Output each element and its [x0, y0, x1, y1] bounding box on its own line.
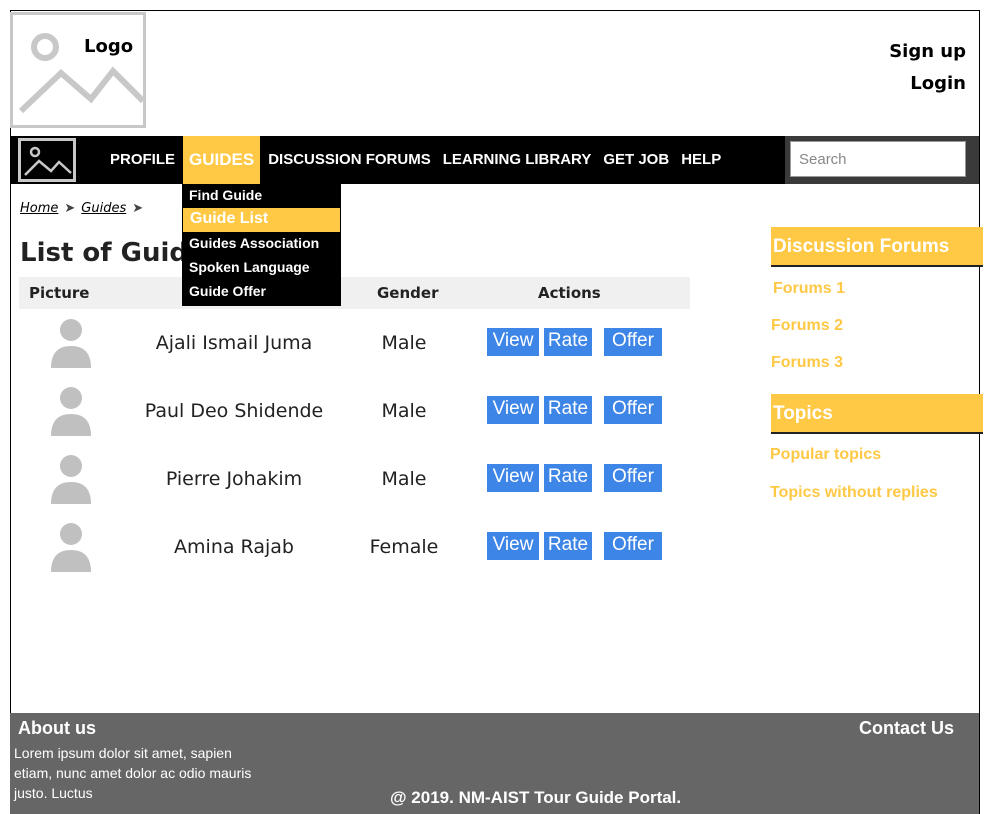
- footer-about-title: About us: [18, 718, 96, 738]
- sidebar-discussion-forums-title: Discussion Forums: [771, 227, 983, 267]
- search-input[interactable]: [790, 141, 966, 177]
- table-row: Pierre Johakim Male View Rate Offer: [19, 454, 690, 522]
- offer-button[interactable]: Offer: [604, 396, 662, 424]
- signup-link[interactable]: Sign up: [889, 36, 966, 68]
- guide-gender: Male: [381, 332, 427, 354]
- image-placeholder-icon: [24, 146, 72, 176]
- offer-button[interactable]: Offer: [604, 532, 662, 560]
- column-header-gender: Gender: [377, 284, 439, 302]
- logo[interactable]: [10, 12, 146, 128]
- login-link[interactable]: Login: [889, 68, 966, 100]
- user-avatar-icon: [51, 455, 91, 504]
- guide-name: Amina Rajab: [174, 536, 294, 558]
- image-placeholder-icon: [18, 33, 143, 114]
- sidebar-link-topics-without-replies[interactable]: Topics without replies: [770, 484, 938, 502]
- guides-dropdown-menu: Find Guide Guide List Guides Association…: [182, 184, 341, 306]
- view-button[interactable]: View: [487, 532, 539, 560]
- chevron-right-icon: ➤: [64, 201, 76, 216]
- dropdown-item-spoken-language[interactable]: Spoken Language: [182, 256, 341, 280]
- user-avatar-icon: [51, 319, 91, 368]
- rate-button[interactable]: Rate: [544, 328, 592, 356]
- offer-button[interactable]: Offer: [604, 464, 662, 492]
- nav-item-profile[interactable]: PROFILE: [104, 136, 181, 184]
- column-header-picture: Picture: [29, 284, 90, 302]
- dropdown-item-guide-offer[interactable]: Guide Offer: [182, 280, 341, 304]
- sidebar-link-popular-topics[interactable]: Popular topics: [770, 446, 881, 464]
- nav-item-learning-library[interactable]: LEARNING LIBRARY: [437, 136, 598, 184]
- dropdown-item-find-guide[interactable]: Find Guide: [182, 184, 341, 208]
- view-button[interactable]: View: [487, 396, 539, 424]
- sidebar-topics-title: Topics: [771, 394, 983, 434]
- user-avatar-icon: [51, 523, 91, 572]
- rate-button[interactable]: Rate: [544, 396, 592, 424]
- nav-item-help[interactable]: HELP: [675, 136, 727, 184]
- breadcrumb: Home ➤ Guides ➤: [20, 201, 149, 216]
- rate-button[interactable]: Rate: [544, 532, 592, 560]
- view-button[interactable]: View: [487, 328, 539, 356]
- guide-name: Ajali Ismail Juma: [155, 332, 313, 354]
- table-header: Picture Gender Actions: [19, 277, 690, 309]
- nav-item-get-job[interactable]: GET JOB: [597, 136, 675, 184]
- dropdown-item-guide-list[interactable]: Guide List: [183, 208, 340, 232]
- breadcrumb-home[interactable]: Home: [20, 201, 58, 216]
- table-row: Paul Deo Shidende Male View Rate Offer: [19, 386, 690, 454]
- main-navbar: PROFILE GUIDES DISCUSSION FORUMS LEARNIN…: [10, 136, 979, 184]
- nav-menu: PROFILE GUIDES DISCUSSION FORUMS LEARNIN…: [104, 136, 774, 184]
- sidebar-link-forums-3[interactable]: Forums 3: [771, 354, 843, 372]
- guide-gender: Male: [381, 400, 427, 422]
- column-header-actions: Actions: [538, 284, 601, 302]
- rate-button[interactable]: Rate: [544, 464, 592, 492]
- footer-contact-link[interactable]: Contact Us: [859, 718, 954, 739]
- table-row: Ajali Ismail Juma Male View Rate Offer: [19, 318, 690, 386]
- user-avatar-icon: [51, 387, 91, 436]
- offer-button[interactable]: Offer: [604, 328, 662, 356]
- guide-gender: Female: [369, 536, 439, 558]
- sidebar-link-forums-1[interactable]: Forums 1: [773, 280, 845, 298]
- footer-about-text: Lorem ipsum dolor sit amet, sapien etiam…: [14, 745, 252, 801]
- chevron-right-icon: ➤: [132, 201, 144, 216]
- auth-links: Sign up Login: [889, 36, 966, 100]
- nav-logo-thumbnail[interactable]: [18, 138, 76, 182]
- logo-text: Logo: [84, 36, 134, 57]
- footer-copyright: @ 2019. NM-AIST Tour Guide Portal.: [390, 788, 682, 807]
- nav-item-discussion-forums[interactable]: DISCUSSION FORUMS: [262, 136, 437, 184]
- breadcrumb-guides[interactable]: Guides: [81, 201, 126, 216]
- footer: About us Lorem ipsum dolor sit amet, sap…: [10, 713, 979, 814]
- table-row: Amina Rajab Female View Rate Offer: [19, 522, 690, 590]
- guide-name: Paul Deo Shidende: [144, 400, 324, 422]
- dropdown-item-guides-association[interactable]: Guides Association: [182, 232, 341, 256]
- nav-item-guides[interactable]: GUIDES: [183, 136, 261, 184]
- sidebar-link-forums-2[interactable]: Forums 2: [771, 317, 843, 335]
- view-button[interactable]: View: [487, 464, 539, 492]
- guide-gender: Male: [381, 468, 427, 490]
- guide-name: Pierre Johakim: [165, 468, 303, 490]
